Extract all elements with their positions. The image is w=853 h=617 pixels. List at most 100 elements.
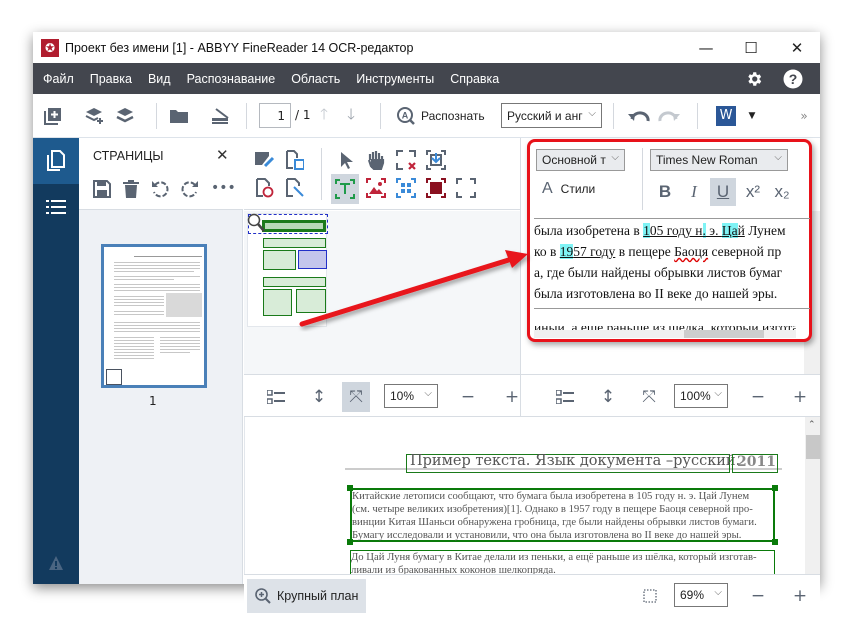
cursor-icon — [341, 152, 353, 169]
page-number-input[interactable]: 1 — [259, 103, 291, 128]
undo-button[interactable] — [627, 105, 651, 127]
styles-button[interactable]: A Стили — [542, 180, 595, 198]
text-zoom-out-button[interactable]: − — [745, 384, 771, 410]
fit-height-button[interactable]: ↕ — [306, 384, 332, 410]
horizontal-scrollbar-thumb[interactable] — [684, 330, 764, 338]
menu-help[interactable]: Справка — [442, 72, 507, 86]
close-button[interactable]: ✕ — [774, 32, 820, 63]
add-to-area-button[interactable] — [424, 148, 448, 172]
closeup-button[interactable]: Крупный план — [247, 579, 366, 613]
close-pages-panel-button[interactable]: ✕ — [216, 146, 229, 164]
resize-handle[interactable] — [347, 539, 353, 545]
abbyy-logo-icon: ✪ — [41, 38, 59, 57]
bold-button[interactable]: B — [652, 178, 678, 206]
warnings-button[interactable] — [33, 548, 79, 578]
table-area-icon — [396, 178, 416, 198]
resize-handle[interactable] — [772, 539, 778, 545]
next-page-button[interactable]: 🡓 — [342, 105, 360, 127]
main-toolbar: 1 / 1 🡑 🡓 A Распознать Русский и анг ⌵ W… — [33, 94, 820, 138]
recognize-page-button[interactable] — [253, 176, 277, 200]
text-fit-page-button[interactable]: ⤧ — [636, 384, 662, 410]
underline-button[interactable]: U — [710, 178, 736, 206]
previous-page-button[interactable]: 🡑 — [315, 105, 333, 127]
recognize-button[interactable]: A Распознать — [396, 106, 485, 126]
scroll-up-icon[interactable]: ⌃ — [808, 420, 816, 430]
page-image-view[interactable] — [244, 211, 520, 374]
subscript-button[interactable]: x₂ — [769, 178, 795, 206]
picture-area-button[interactable] — [364, 176, 388, 200]
layers-button[interactable] — [113, 105, 137, 127]
save-page-image-button[interactable] — [283, 148, 307, 172]
image-zoom-select[interactable]: 10% ⌵ — [384, 384, 438, 408]
edit-image-button[interactable] — [253, 148, 277, 172]
paragraph-divider — [534, 218, 810, 219]
fit-page-button[interactable]: ⤧ — [342, 382, 370, 412]
resize-handle[interactable] — [347, 485, 353, 491]
closeup-view[interactable]: Пример текста. Язык документа –русский. … — [244, 417, 820, 574]
image-zoom-value: 10% — [390, 389, 415, 403]
save-format-dropdown[interactable]: ▼ — [744, 105, 760, 127]
text-fit-height-button[interactable]: ↕ — [595, 384, 621, 410]
text-zoom-select[interactable]: 100% ⌵ — [674, 384, 728, 408]
select-tool-button[interactable] — [335, 148, 359, 172]
text-properties-button[interactable] — [552, 384, 578, 410]
open-button[interactable] — [167, 105, 191, 127]
italic-button[interactable]: I — [681, 178, 707, 206]
text-zoom-in-button[interactable]: + — [787, 384, 813, 410]
subscript-icon: x₂ — [774, 182, 790, 201]
toolbar-more-button[interactable]: » — [797, 105, 811, 127]
settings-button[interactable] — [739, 63, 769, 94]
closeup-zoom-in-button[interactable]: + — [787, 583, 813, 609]
add-pages-button[interactable] — [83, 105, 107, 127]
menu-file[interactable]: Файл — [33, 72, 82, 86]
menu-recognition[interactable]: Распознавание — [179, 72, 284, 86]
delete-area-button[interactable] — [394, 148, 418, 172]
new-task-button[interactable] — [42, 105, 64, 127]
help-button[interactable]: ? — [778, 63, 808, 94]
save-icon[interactable] — [93, 180, 111, 198]
delete-icon[interactable] — [123, 180, 139, 198]
font-select[interactable]: Times New Roman ⌵ — [650, 149, 788, 171]
image-zoom-out-button[interactable]: − — [455, 384, 481, 410]
nav-pages[interactable] — [33, 138, 79, 184]
fit-width-button[interactable] — [637, 583, 663, 609]
language-select[interactable]: Русский и анг ⌵ — [501, 103, 602, 128]
show-properties-button[interactable] — [263, 384, 289, 410]
menu-edit[interactable]: Правка — [82, 72, 140, 86]
menu-tools[interactable]: Инструменты — [348, 72, 442, 86]
superscript-button[interactable]: x² — [740, 178, 766, 206]
background-picture-area-button[interactable] — [424, 176, 448, 200]
properties-icon — [267, 390, 285, 404]
save-to-word-button[interactable]: W — [716, 106, 736, 126]
add-page-icon — [44, 108, 61, 125]
recognition-area-button[interactable] — [454, 176, 478, 200]
scan-button[interactable] — [208, 105, 232, 127]
paragraph1-area[interactable]: Китайские летописи сообщают, что бумага … — [350, 488, 775, 542]
resize-handle[interactable] — [772, 485, 778, 491]
horizontal-scrollbar[interactable] — [534, 330, 796, 338]
rotate-right-icon[interactable] — [181, 180, 199, 198]
paragraph-style-select[interactable]: Основной т ⌵ — [536, 149, 625, 171]
closeup-zoom-out-button[interactable]: − — [745, 583, 771, 609]
closeup-scrollbar[interactable]: ⌃ — [805, 417, 820, 574]
table-area-button[interactable] — [394, 176, 418, 200]
text-area-button[interactable] — [331, 174, 359, 204]
analyze-layout-button[interactable] — [283, 176, 307, 200]
scrollbar-thumb[interactable] — [806, 435, 820, 459]
menu-view[interactable]: Вид — [140, 72, 179, 86]
tools-separator — [321, 148, 322, 200]
recognized-text[interactable]: была изобретена в 105 году н. э. Цай Лун… — [534, 220, 806, 330]
nav-outline[interactable] — [33, 184, 79, 230]
paragraph2-area[interactable]: До Цай Луня бумагу в Китае делали из пен… — [350, 550, 775, 574]
rotate-left-icon[interactable] — [151, 180, 169, 198]
closeup-zoom-select[interactable]: 69% ⌵ — [674, 583, 728, 607]
image-zoom-in-button[interactable]: + — [499, 384, 525, 410]
redo-button[interactable] — [657, 105, 681, 127]
minimize-button[interactable]: — — [683, 32, 729, 63]
menu-area[interactable]: Область — [283, 72, 348, 86]
superscript-icon: x² — [745, 182, 761, 201]
more-options-icon[interactable]: ••• — [211, 180, 236, 198]
maximize-button[interactable]: ☐ — [728, 32, 774, 63]
page-thumbnail[interactable] — [101, 244, 207, 388]
hand-tool-button[interactable] — [364, 148, 388, 172]
